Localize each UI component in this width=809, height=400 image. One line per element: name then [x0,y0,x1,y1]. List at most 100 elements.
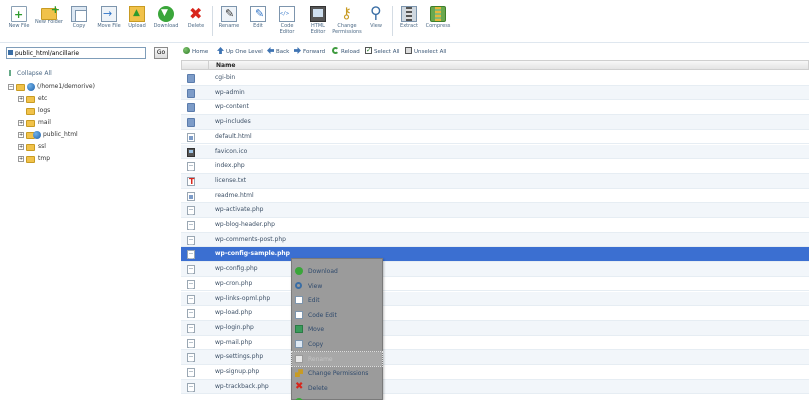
download-icon [295,267,303,275]
collapse-all-label: Collapse All [17,70,52,77]
php-file-icon [187,206,195,216]
context-menu-item[interactable]: View [292,279,382,294]
file-name: license.txt [215,176,247,184]
context-menu-item[interactable]: Move [292,322,382,337]
table-row[interactable]: index.php [181,159,809,174]
file-name: default.html [215,132,252,140]
expand-toggle-icon[interactable]: + [18,144,24,150]
context-menu-item[interactable]: Edit [292,293,382,308]
file-name: wp-config-sample.php [215,250,290,258]
copy-button[interactable]: Copy [62,2,96,29]
table-row[interactable]: wp-cron.php [181,277,809,292]
new-file-label: New File [8,23,30,29]
table-row[interactable]: wp-comments-post.php [181,232,809,248]
table-row[interactable]: wp-config-sample.php [181,247,809,263]
table-row[interactable]: readme.html [181,189,809,204]
expand-toggle-icon[interactable]: + [18,120,24,126]
file-name: wp-cron.php [215,279,253,287]
back-button[interactable]: Back [267,47,289,59]
table-row[interactable]: wp-settings.php [181,350,809,365]
delete-button[interactable]: Delete [179,2,213,29]
home-button[interactable]: Home [183,47,208,59]
compress-label: Compress [425,23,451,29]
code-editor-icon [295,310,303,319]
file-name: wp-activate.php [215,206,264,214]
download-button[interactable]: Download [149,2,183,29]
checkbox-unchecked-icon [405,47,412,54]
view-button[interactable]: View [359,2,393,29]
folder-icon [26,108,35,115]
file-name: wp-trackback.php [215,382,269,390]
table-row[interactable]: wp-activate.php [181,203,809,218]
header-divider [208,61,209,70]
table-row[interactable]: wp-load.php [181,306,809,321]
reload-button[interactable]: Reload [332,47,360,59]
table-row[interactable]: wp-signup.php [181,365,809,380]
table-row[interactable]: wp-config.php [181,262,809,277]
tree-node-label: ssl [38,143,46,150]
collapse-all-link[interactable]: Collapse All [9,70,52,78]
php-file-icon [187,265,195,275]
table-row[interactable]: wp-blog-header.php [181,218,809,233]
forward-label: Forward [303,49,326,55]
context-menu-item[interactable]: Copy [292,337,382,352]
context-menu-item[interactable]: Code Edit [292,308,382,323]
context-menu-item-label: Copy [308,341,324,348]
toolbar: New File New Folder Copy Move File Uploa… [0,0,809,43]
collapse-toggle-icon[interactable]: − [8,84,14,90]
unselect-all-button[interactable]: Unselect All [405,47,446,59]
context-menu-item[interactable]: Delete [292,381,382,396]
table-row[interactable]: wp-links-opml.php [181,291,809,307]
path-input[interactable] [6,47,146,59]
context-menu-item[interactable]: Download [292,264,382,279]
table-row[interactable]: wp-admin [181,85,809,101]
up-one-level-button[interactable]: Up One Level [217,47,263,59]
expand-toggle-icon[interactable]: + [18,132,24,138]
table-row[interactable]: license.txt [181,173,809,189]
table-row[interactable]: cgi-bin [181,71,809,86]
table-row[interactable]: wp-includes [181,115,809,130]
table-row[interactable]: default.html [181,130,809,145]
text-file-icon [187,176,195,186]
collapse-icon [9,70,14,76]
html-editor-label: HTML Editor [310,23,326,35]
copy-icon [71,6,87,22]
select-all-button[interactable]: Select All [365,45,400,59]
php-file-icon [187,353,195,363]
copy-icon [295,340,303,348]
select-all-label: Select All [374,49,400,55]
context-menu-item-label: Rename [308,355,333,363]
context-menu-item-label: Code Edit [308,311,337,319]
code-editor-button[interactable]: Code Editor [270,2,304,35]
name-column-header[interactable]: Name [216,62,235,69]
view-label: View [370,23,382,29]
context-menu-item[interactable]: Change Permissions [292,366,382,381]
copy-label: Copy [72,23,86,29]
context-menu: Download View Edit Code Edit Move Copy Rename C… [291,258,383,400]
folder-icon [26,156,35,163]
table-row[interactable]: favicon.ico [181,144,809,160]
php-file-icon [187,309,195,319]
rename-icon [295,354,303,363]
expand-toggle-icon[interactable]: + [18,156,24,162]
go-button[interactable]: Go [154,47,168,59]
forward-button[interactable]: Forward [294,47,325,59]
folder-icon [26,96,35,103]
context-menu-item-label: Delete [308,384,328,392]
compress-button[interactable]: Compress [421,2,455,29]
context-menu-item[interactable] [292,395,382,400]
new-folder-button[interactable]: New Folder [32,2,66,25]
php-file-icon [187,235,195,245]
code-editor-icon [279,6,295,22]
table-row[interactable]: wp-content [181,100,809,116]
table-row[interactable]: wp-trackback.php [181,379,809,395]
file-manager: New File New Folder Copy Move File Uploa… [0,0,809,400]
table-row[interactable]: wp-login.php [181,320,809,336]
table-row[interactable]: wp-mail.php [181,336,809,351]
code-editor-label: Code Editor [279,23,295,35]
back-label: Back [276,49,290,55]
new-file-button[interactable]: New File [2,2,36,29]
expand-toggle-icon[interactable]: + [18,96,24,102]
context-menu-item[interactable]: Rename [291,350,383,368]
php-file-icon [187,294,195,304]
